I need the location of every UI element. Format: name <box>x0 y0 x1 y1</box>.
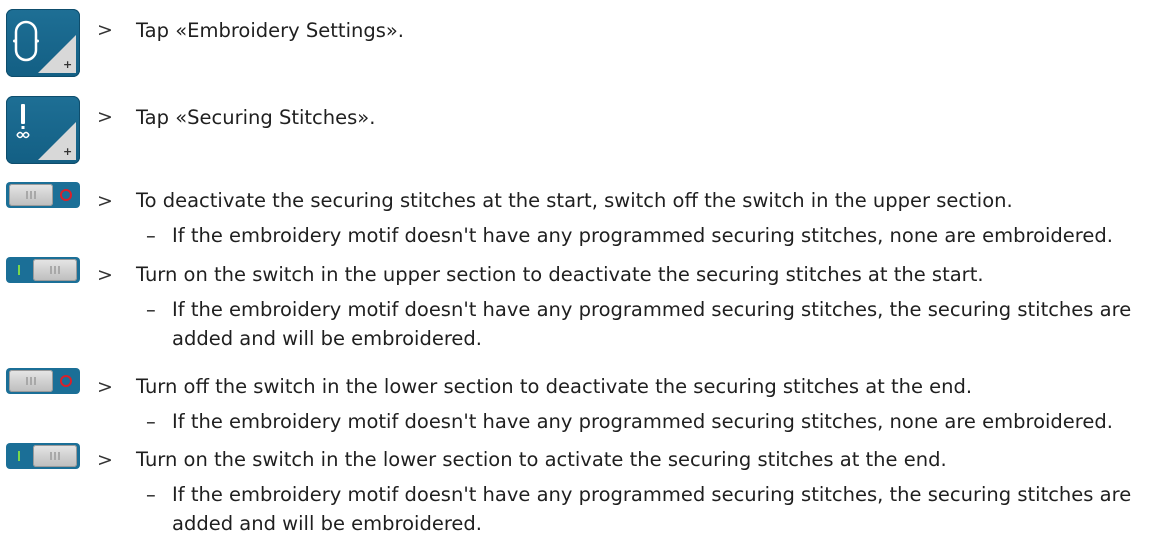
switch-off-icon[interactable] <box>6 368 80 394</box>
result-dash: – <box>146 224 156 247</box>
result-dash: – <box>146 483 156 506</box>
switch-on-icon[interactable] <box>6 443 80 469</box>
step-arrow: > <box>97 264 113 286</box>
result-text: If the embroidery motif doesn't have any… <box>172 483 1132 535</box>
result-dash: – <box>146 298 156 321</box>
step-result: – If the embroidery motif doesn't have an… <box>146 295 1162 353</box>
step-text: Tap «Securing Stitches». <box>136 106 376 129</box>
step-text: Turn on the switch in the lower section … <box>136 448 947 471</box>
step-arrow: > <box>97 449 113 471</box>
step-text: Turn off the switch in the lower section… <box>136 375 973 398</box>
result-text: If the embroidery motif doesn't have any… <box>172 224 1113 247</box>
svg-text:+: + <box>63 145 72 158</box>
securing-stitches-icon[interactable]: + <box>6 96 80 164</box>
step-text: Turn on the switch in the upper section … <box>136 263 984 286</box>
result-text: If the embroidery motif doesn't have any… <box>172 298 1132 350</box>
switch-on-icon[interactable] <box>6 257 80 283</box>
switch-off-icon[interactable] <box>6 182 80 208</box>
step-text: Tap «Embroidery Settings». <box>136 19 405 42</box>
step-arrow: > <box>97 19 113 41</box>
step-result: – If the embroidery motif doesn't have an… <box>146 480 1162 538</box>
step-arrow: > <box>97 106 113 128</box>
step-result: – If the embroidery motif doesn't have an… <box>146 221 1162 250</box>
step-arrow: > <box>97 190 113 212</box>
result-dash: – <box>146 410 156 433</box>
svg-text:+: + <box>63 58 72 71</box>
step-arrow: > <box>97 376 113 398</box>
step-result: – If the embroidery motif doesn't have an… <box>146 407 1162 436</box>
result-text: If the embroidery motif doesn't have any… <box>172 410 1113 433</box>
step-text: To deactivate the securing stitches at t… <box>136 189 1013 212</box>
embroidery-settings-icon[interactable]: + <box>6 9 80 77</box>
